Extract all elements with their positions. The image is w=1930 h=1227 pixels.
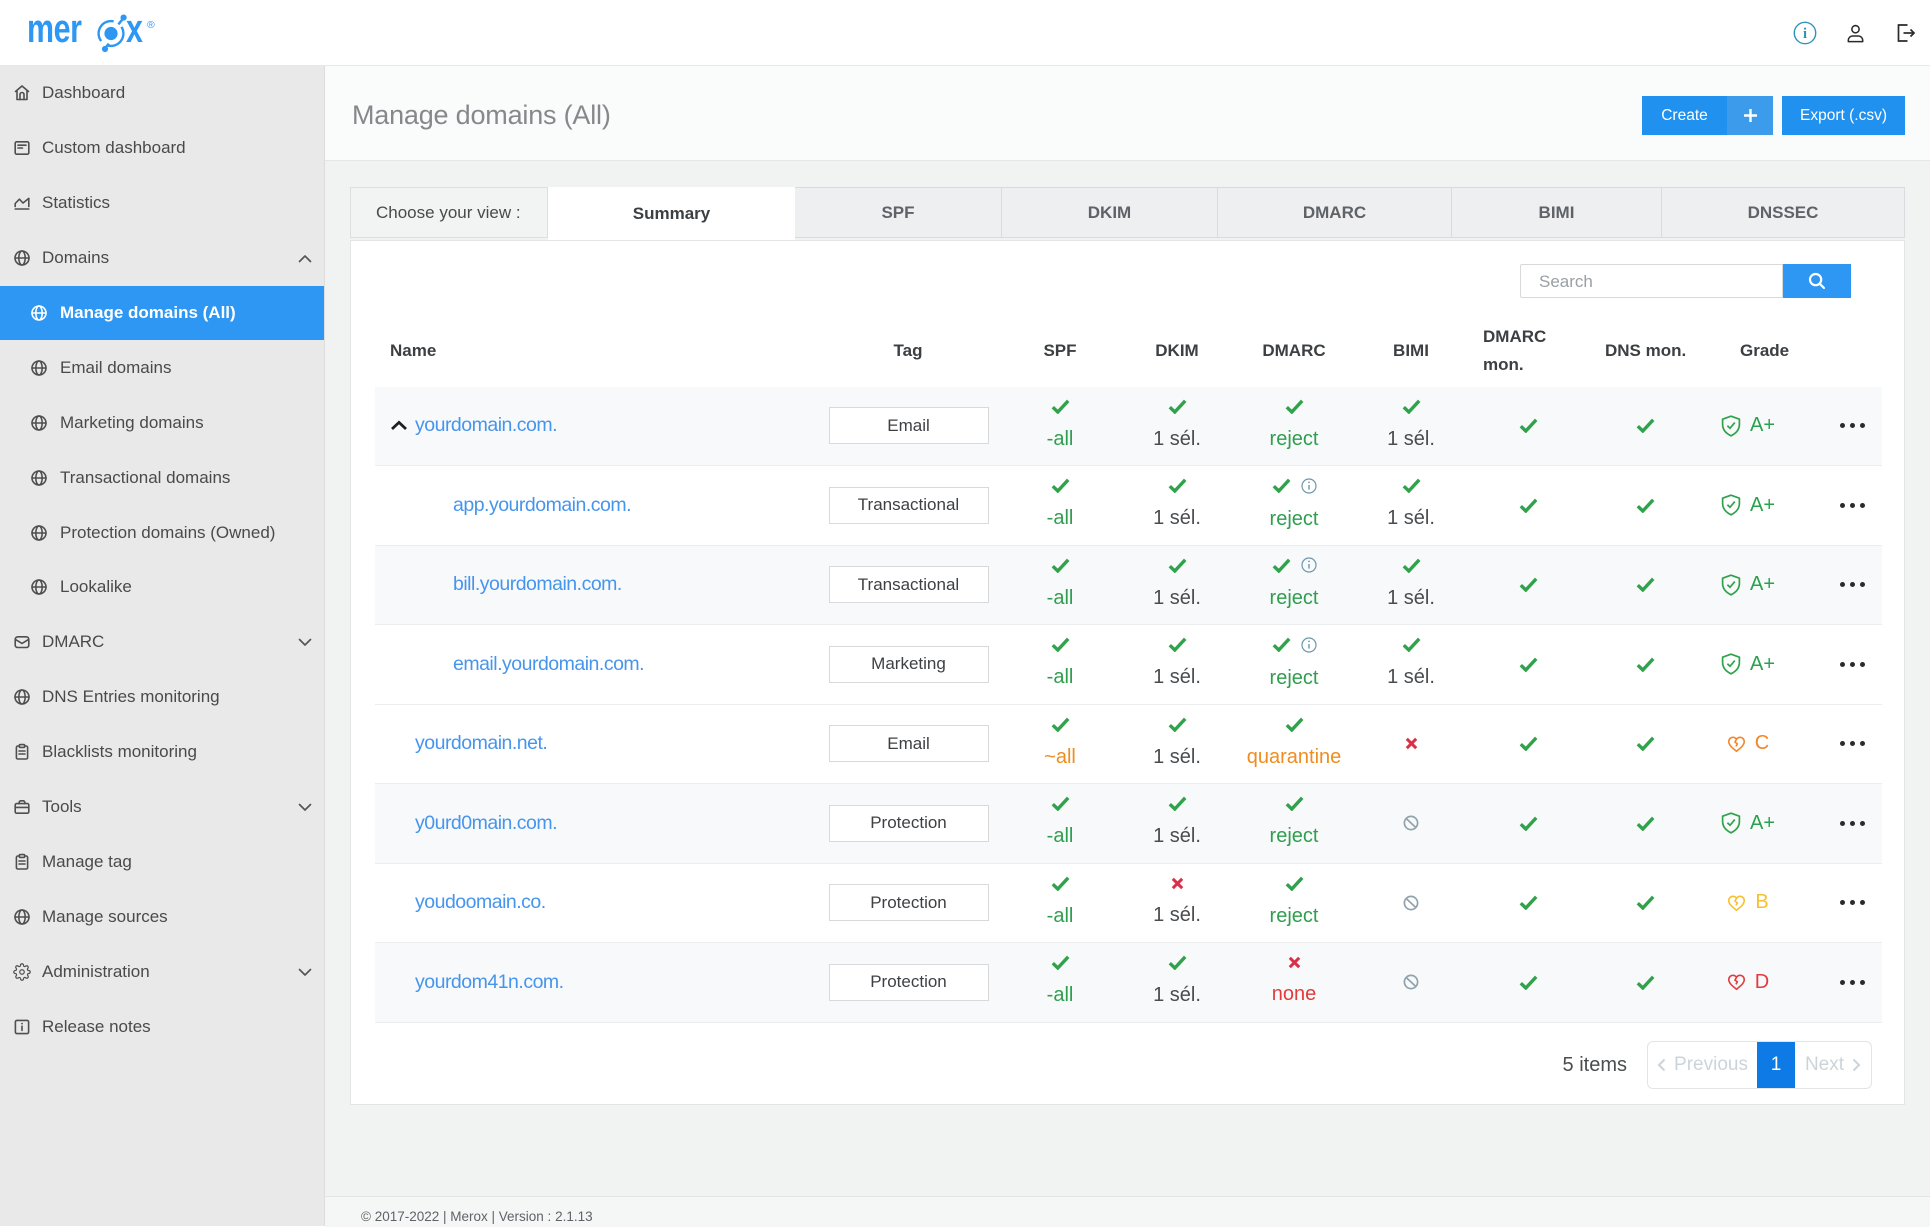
svg-text:i: i — [1803, 26, 1807, 42]
